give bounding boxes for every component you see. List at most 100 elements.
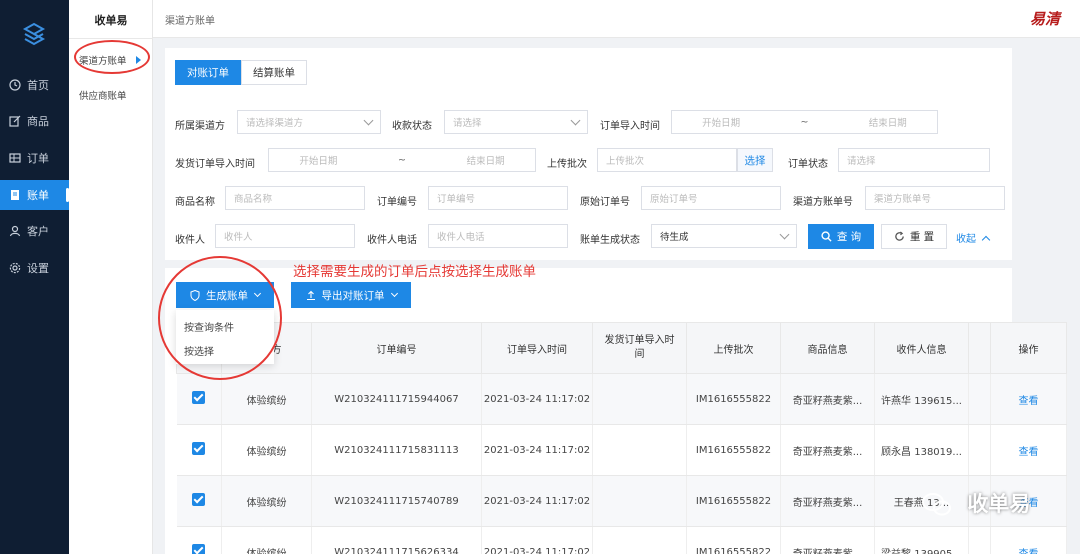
view-link[interactable]: 查看 xyxy=(1019,396,1039,407)
breadcrumb: 渠道方账单 xyxy=(165,16,215,27)
payment-status-select[interactable]: 请选择 xyxy=(444,110,588,134)
gear-icon xyxy=(8,261,22,275)
batch-label: 上传批次 xyxy=(547,159,587,170)
start-date-placeholder: 开始日期 xyxy=(299,156,338,167)
table-row[interactable]: 体验缤纷 W210324111715944067 2021-03-24 11:1… xyxy=(176,373,1067,425)
nav-item-bills[interactable]: 账单 xyxy=(0,180,69,210)
channel-bill-no-input[interactable]: 渠道方账单号 xyxy=(865,186,1005,210)
table-header: 商品信息 xyxy=(780,322,875,374)
receiver-phone-input[interactable]: 收件人电话 xyxy=(428,224,568,248)
table-row[interactable]: 体验缤纷 W210324111715831113 2021-03-24 11:1… xyxy=(176,424,1067,476)
nav-item-orders[interactable]: 订单 xyxy=(0,143,69,173)
subnav-item-supplier-bill[interactable]: 供应商账单 xyxy=(79,88,127,102)
receiver-phone-label: 收件人电话 xyxy=(367,235,417,246)
original-no-input[interactable]: 原始订单号 xyxy=(641,186,781,210)
order-import-time-label: 订单导入时间 xyxy=(600,121,660,132)
table-header-extra xyxy=(968,322,991,374)
highlight-circle xyxy=(74,40,150,74)
query-button[interactable]: 查 询 xyxy=(808,224,874,249)
bill-status-label: 账单生成状态 xyxy=(580,235,640,246)
cell-ship-time xyxy=(592,526,687,554)
cell-batch: IM1616555822 xyxy=(686,424,781,476)
refresh-icon xyxy=(895,231,904,241)
bill-status-value: 待生成 xyxy=(660,232,689,243)
row-checkbox[interactable] xyxy=(192,391,206,404)
cell-import-time: 2021-03-24 11:17:02 xyxy=(481,424,593,476)
table-header: 上传批次 xyxy=(686,322,781,374)
book-icon xyxy=(8,188,22,202)
cell-import-time: 2021-03-24 11:17:02 xyxy=(481,475,593,527)
nav-item-products[interactable]: 商品 xyxy=(0,106,69,136)
orders-table: 渠道方 订单编号 订单导入时间 发货订单导入时间 上传批次 商品信息 收件人信息… xyxy=(176,322,1067,554)
receiver-input[interactable]: 收件人 xyxy=(215,224,355,248)
ship-import-time-label: 发货订单导入时间 xyxy=(175,159,255,170)
batch-input[interactable]: 上传批次 xyxy=(597,148,737,172)
nav-label: 商品 xyxy=(27,115,49,128)
tab-bar: 对账订单 结算账单 xyxy=(175,60,307,85)
end-date-placeholder: 结束日期 xyxy=(466,156,505,167)
app-logo-icon[interactable] xyxy=(22,22,46,46)
nav-item-settings[interactable]: 设置 xyxy=(0,253,69,283)
tab-reconcile-orders[interactable]: 对账订单 xyxy=(175,60,241,85)
ship-import-date-range[interactable]: 开始日期 ~ 结束日期 xyxy=(268,148,536,172)
view-link[interactable]: 查看 xyxy=(1019,549,1039,554)
order-status-label: 订单状态 xyxy=(788,159,828,170)
row-checkbox[interactable] xyxy=(192,442,206,455)
collapse-link[interactable]: 收起 xyxy=(956,230,991,245)
export-orders-button[interactable]: 导出对账订单 xyxy=(291,282,411,308)
nav-label: 设置 xyxy=(27,262,49,275)
row-checkbox[interactable] xyxy=(192,493,206,506)
order-no-placeholder: 订单编号 xyxy=(437,194,476,205)
row-checkbox[interactable] xyxy=(192,544,206,554)
bill-status-select[interactable]: 待生成 xyxy=(651,224,797,248)
nav-item-home[interactable]: 首页 xyxy=(0,70,69,100)
collapse-label: 收起 xyxy=(956,234,976,245)
channel-bill-no-label: 渠道方账单号 xyxy=(793,197,853,208)
subnav-title: 收单易 xyxy=(94,14,128,27)
chevron-up-icon xyxy=(981,235,991,245)
tab-settlement-bills[interactable]: 结算账单 xyxy=(241,60,307,85)
order-no-input[interactable]: 订单编号 xyxy=(428,186,568,210)
nav-label: 首页 xyxy=(27,79,49,92)
highlight-circle xyxy=(158,256,282,380)
cell-import-time: 2021-03-24 11:17:02 xyxy=(481,526,593,554)
reset-button[interactable]: 重 置 xyxy=(881,224,947,249)
table-header: 订单编号 xyxy=(311,322,482,374)
start-date-placeholder: 开始日期 xyxy=(702,118,741,129)
receiver-placeholder: 收件人 xyxy=(224,232,253,243)
channel-placeholder: 请选择渠道方 xyxy=(246,118,304,129)
cell-ship-time xyxy=(592,373,687,425)
top-bar: 渠道方账单 易清 xyxy=(153,0,1080,38)
annotation-text: 选择需要生成的订单后点按选择生成账单 xyxy=(293,264,536,280)
cell-ship-time xyxy=(592,475,687,527)
cell-receiver: 顾永昌 138019... xyxy=(874,424,969,476)
select-batch-button[interactable]: 选择 xyxy=(737,148,773,172)
nav-item-customers[interactable]: 客户 xyxy=(0,216,69,246)
channel-bill-no-placeholder: 渠道方账单号 xyxy=(874,194,932,205)
channel-select[interactable]: 请选择渠道方 xyxy=(237,110,381,134)
cell-ship-time xyxy=(592,424,687,476)
brand-logo: 易清 xyxy=(1029,10,1060,28)
cell-extra xyxy=(968,526,991,554)
batch-placeholder: 上传批次 xyxy=(606,156,645,167)
list-icon xyxy=(8,151,22,165)
cell-extra xyxy=(968,424,991,476)
table-header: 订单导入时间 xyxy=(481,322,593,374)
original-no-placeholder: 原始订单号 xyxy=(650,194,698,205)
order-status-placeholder: 请选择 xyxy=(847,156,876,167)
original-no-label: 原始订单号 xyxy=(580,197,630,208)
view-link[interactable]: 查看 xyxy=(1019,447,1039,458)
nav-label: 账单 xyxy=(27,189,49,202)
table-row[interactable]: 体验缤纷 W210324111715626334 2021-03-24 11:1… xyxy=(176,526,1067,554)
cell-channel: 体验缤纷 xyxy=(221,424,312,476)
channel-label: 所属渠道方 xyxy=(175,121,225,132)
order-import-date-range[interactable]: 开始日期 ~ 结束日期 xyxy=(671,110,938,134)
home-icon xyxy=(8,78,22,92)
product-name-input[interactable]: 商品名称 xyxy=(225,186,365,210)
search-icon xyxy=(821,231,832,242)
chevron-down-icon xyxy=(779,229,790,240)
product-name-placeholder: 商品名称 xyxy=(234,194,273,205)
order-status-select[interactable]: 请选择 xyxy=(838,148,990,172)
order-no-label: 订单编号 xyxy=(377,197,417,208)
main-sidebar: 首页 商品 订单 账单 客户 设置 xyxy=(0,0,69,554)
